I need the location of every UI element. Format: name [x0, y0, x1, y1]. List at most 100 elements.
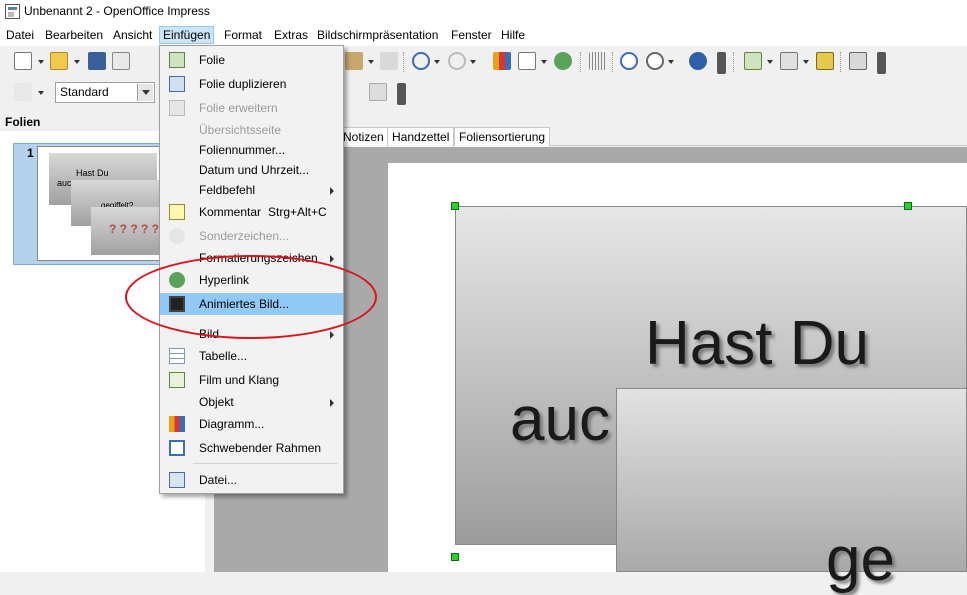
duplicate-icon	[169, 76, 185, 92]
menu-item-label: Diagramm...	[199, 417, 265, 431]
menu-format[interactable]: Format	[221, 27, 265, 45]
tab-handzettel[interactable]: Handzettel	[387, 127, 455, 146]
style-select[interactable]: Standard	[55, 82, 155, 103]
table-dropdown-icon[interactable]	[541, 60, 547, 64]
table-icon[interactable]	[518, 52, 536, 70]
toolbar-options-icon-2[interactable]	[877, 52, 886, 74]
tab-foliensortierung[interactable]: Foliensortierung	[454, 127, 551, 146]
slide-text-line3: ge	[826, 525, 895, 594]
navigator-icon[interactable]	[620, 52, 638, 70]
impress-app-icon	[5, 4, 20, 19]
toolbar-separator	[612, 52, 613, 72]
menu-item-datei[interactable]: Datei...	[160, 470, 343, 490]
slide-number: 1	[27, 146, 34, 160]
standard-toolbar	[0, 46, 967, 76]
save-icon[interactable]	[88, 52, 106, 70]
menu-item-kommentar[interactable]: Kommentar Strg+Alt+C	[160, 202, 343, 222]
new-document-icon[interactable]	[14, 52, 32, 70]
toolbar2-options-icon[interactable]	[397, 83, 406, 105]
menu-item-diagramm[interactable]: Diagramm...	[160, 414, 343, 434]
menu-bearbeiten[interactable]: Bearbeiten	[42, 27, 106, 45]
annotation-ellipse	[125, 255, 377, 339]
select-dropdown-icon[interactable]	[38, 91, 44, 95]
menu-datei[interactable]: Datei	[3, 27, 37, 45]
slide-text-line1: Hast Du	[645, 309, 869, 378]
selection-handle[interactable]	[904, 202, 912, 210]
menu-item-label: Folie duplizieren	[199, 77, 287, 91]
toolbar-separator	[840, 52, 841, 72]
undo-dropdown-icon[interactable]	[434, 60, 440, 64]
new-slide-dropdown-icon[interactable]	[767, 60, 773, 64]
new-slide-icon[interactable]	[744, 52, 762, 70]
menu-item-uebersichtsseite[interactable]: Übersichtsseite	[160, 120, 343, 140]
menu-separator	[193, 463, 338, 464]
select-arrow-icon[interactable]	[14, 83, 32, 101]
menu-item-label: Übersichtsseite	[199, 123, 282, 137]
menu-einfuegen[interactable]: Einfügen	[159, 26, 215, 44]
new-dropdown-icon[interactable]	[38, 60, 44, 64]
toolbar-separator	[580, 52, 581, 72]
menu-bar: Datei Bearbeiten Ansicht Einfügen Format…	[0, 24, 967, 46]
menu-item-label: Kommentar	[199, 205, 262, 219]
hyperlink-globe-icon[interactable]	[554, 52, 572, 70]
redo-dropdown-icon[interactable]	[470, 60, 476, 64]
zoom-dropdown-icon[interactable]	[668, 60, 674, 64]
chart-icon[interactable]	[493, 52, 511, 70]
redo-icon[interactable]	[448, 52, 466, 70]
menu-ansicht[interactable]: Ansicht	[110, 27, 155, 45]
style-select-value: Standard	[60, 85, 109, 99]
thumb-text-2: auc	[57, 178, 72, 188]
menu-item-objekt[interactable]: Objekt	[160, 392, 343, 412]
menu-extras[interactable]: Extras	[271, 27, 311, 45]
submenu-arrow-icon	[330, 255, 334, 263]
tab-notizen[interactable]: Notizen	[338, 127, 389, 146]
menu-item-film-klang[interactable]: Film und Klang	[160, 370, 343, 390]
title-bar: Unbenannt 2 - OpenOffice Impress	[0, 0, 967, 24]
menu-item-folie-erweitern[interactable]: Folie erweitern	[160, 98, 343, 118]
menu-hilfe[interactable]: Hilfe	[498, 27, 528, 45]
menu-item-label: Datum und Uhrzeit...	[199, 163, 310, 177]
help-icon[interactable]	[689, 52, 707, 70]
grid-icon[interactable]	[589, 52, 607, 70]
menu-item-tabelle[interactable]: Tabelle...	[160, 346, 343, 366]
slideshow-icon[interactable]	[849, 52, 867, 70]
menu-bildschirmpraesentation[interactable]: Bildschirmpräsentation	[314, 27, 441, 45]
paste-icon[interactable]	[345, 52, 363, 70]
menu-item-label: Feldbefehl	[199, 183, 256, 197]
menu-item-datum-uhrzeit[interactable]: Datum und Uhrzeit...	[160, 160, 343, 180]
zoom-icon[interactable]	[646, 52, 664, 70]
submenu-arrow-icon	[330, 399, 334, 407]
menu-item-sonderzeichen[interactable]: Sonderzeichen...	[160, 226, 343, 246]
chevron-down-icon[interactable]	[137, 84, 153, 101]
layout-icon[interactable]	[816, 52, 834, 70]
undo-icon[interactable]	[412, 52, 430, 70]
slide-design-icon[interactable]	[780, 52, 798, 70]
slide-design-dropdown-icon[interactable]	[803, 60, 809, 64]
slide-text-box-2[interactable]: ge	[616, 388, 967, 594]
selection-handle[interactable]	[451, 553, 459, 561]
menu-item-label: Tabelle...	[199, 349, 248, 363]
menu-item-feldbefehl[interactable]: Feldbefehl	[160, 180, 343, 200]
format-paintbrush-icon[interactable]	[380, 52, 398, 70]
thumb-text-1: Hast Du	[76, 168, 109, 178]
menu-fenster[interactable]: Fenster	[448, 27, 495, 45]
email-icon[interactable]	[112, 52, 130, 70]
menu-item-folie-duplizieren[interactable]: Folie duplizieren	[160, 74, 343, 94]
menu-item-label: Datei...	[199, 473, 238, 487]
toolbar-separator	[403, 52, 404, 72]
menu-item-label: Sonderzeichen...	[199, 229, 290, 243]
expand-icon	[169, 100, 185, 116]
open-dropdown-icon[interactable]	[74, 60, 80, 64]
menu-item-label: Objekt	[199, 395, 234, 409]
table-icon	[169, 348, 185, 364]
menu-item-label: Folie	[199, 53, 226, 67]
toolbar-options-icon[interactable]	[717, 52, 726, 74]
paste-dropdown-icon[interactable]	[368, 60, 374, 64]
menu-item-schwebender-rahmen[interactable]: Schwebender Rahmen	[160, 438, 343, 458]
selection-handle[interactable]	[451, 202, 459, 210]
menu-item-foliennummer[interactable]: Foliennummer...	[160, 140, 343, 160]
slide-text-line2: auc	[510, 385, 610, 454]
open-folder-icon[interactable]	[50, 52, 68, 70]
shadow-icon[interactable]	[369, 83, 387, 101]
menu-item-folie[interactable]: Folie	[160, 50, 343, 70]
